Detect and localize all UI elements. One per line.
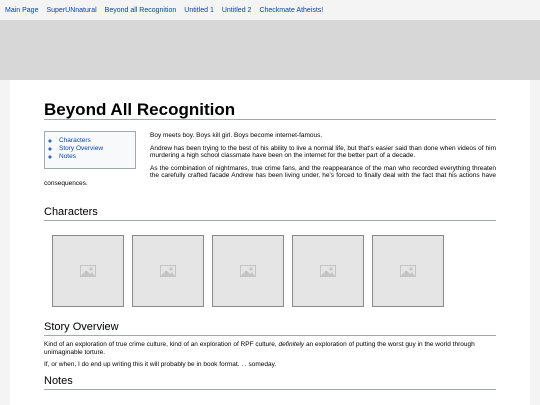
character-thumbnail[interactable]: [292, 235, 364, 307]
image-placeholder-icon: [80, 265, 96, 277]
image-placeholder-icon: [400, 265, 416, 277]
nav-link-untitled-2[interactable]: Untitled 2: [222, 7, 252, 14]
toc-item-story-overview[interactable]: Story Overview: [59, 145, 135, 153]
table-of-contents: Characters Story Overview Notes: [44, 131, 136, 169]
nav-link-checkmate-atheists[interactable]: Checkmate Atheists!: [259, 7, 323, 14]
nav-link-superunnatural[interactable]: SuperUNnatural: [46, 7, 96, 14]
story-emphasis: definitely: [278, 341, 305, 348]
section-heading-characters: Characters: [44, 206, 496, 221]
nav-link-beyond-all-recognition[interactable]: Beyond all Recognition: [105, 7, 177, 14]
toc-list: Characters Story Overview Notes: [51, 137, 135, 161]
story-paragraph: If, or when, I do end up writing this it…: [44, 361, 277, 368]
header-banner: [0, 20, 540, 80]
character-thumbnail[interactable]: [372, 235, 444, 307]
page-title: Beyond All Recognition: [44, 98, 496, 120]
story-text: Kind of an exploration of true crime cul…: [44, 341, 279, 348]
character-thumbnail[interactable]: [132, 235, 204, 307]
nav-link-main-page[interactable]: Main Page: [5, 7, 38, 14]
story-paragraph: Kind of an exploration of true crime cul…: [44, 341, 496, 356]
image-placeholder-icon: [240, 265, 256, 277]
article-content: Beyond All Recognition Characters Story …: [44, 98, 496, 390]
section-heading-notes: Notes: [44, 375, 496, 390]
toc-item-notes[interactable]: Notes: [59, 153, 135, 161]
toc-item-characters[interactable]: Characters: [59, 137, 135, 145]
section-heading-story-overview: Story Overview: [44, 321, 496, 336]
character-thumbnail[interactable]: [52, 235, 124, 307]
character-thumbnail[interactable]: [212, 235, 284, 307]
nav-link-untitled-1[interactable]: Untitled 1: [184, 7, 214, 14]
top-navigation-bar: Main Page SuperUNnatural Beyond all Reco…: [0, 0, 540, 21]
right-margin-rail: [530, 80, 540, 405]
image-placeholder-icon: [320, 265, 336, 277]
left-margin-rail: [0, 80, 10, 405]
character-gallery: [44, 235, 496, 307]
image-placeholder-icon: [160, 265, 176, 277]
